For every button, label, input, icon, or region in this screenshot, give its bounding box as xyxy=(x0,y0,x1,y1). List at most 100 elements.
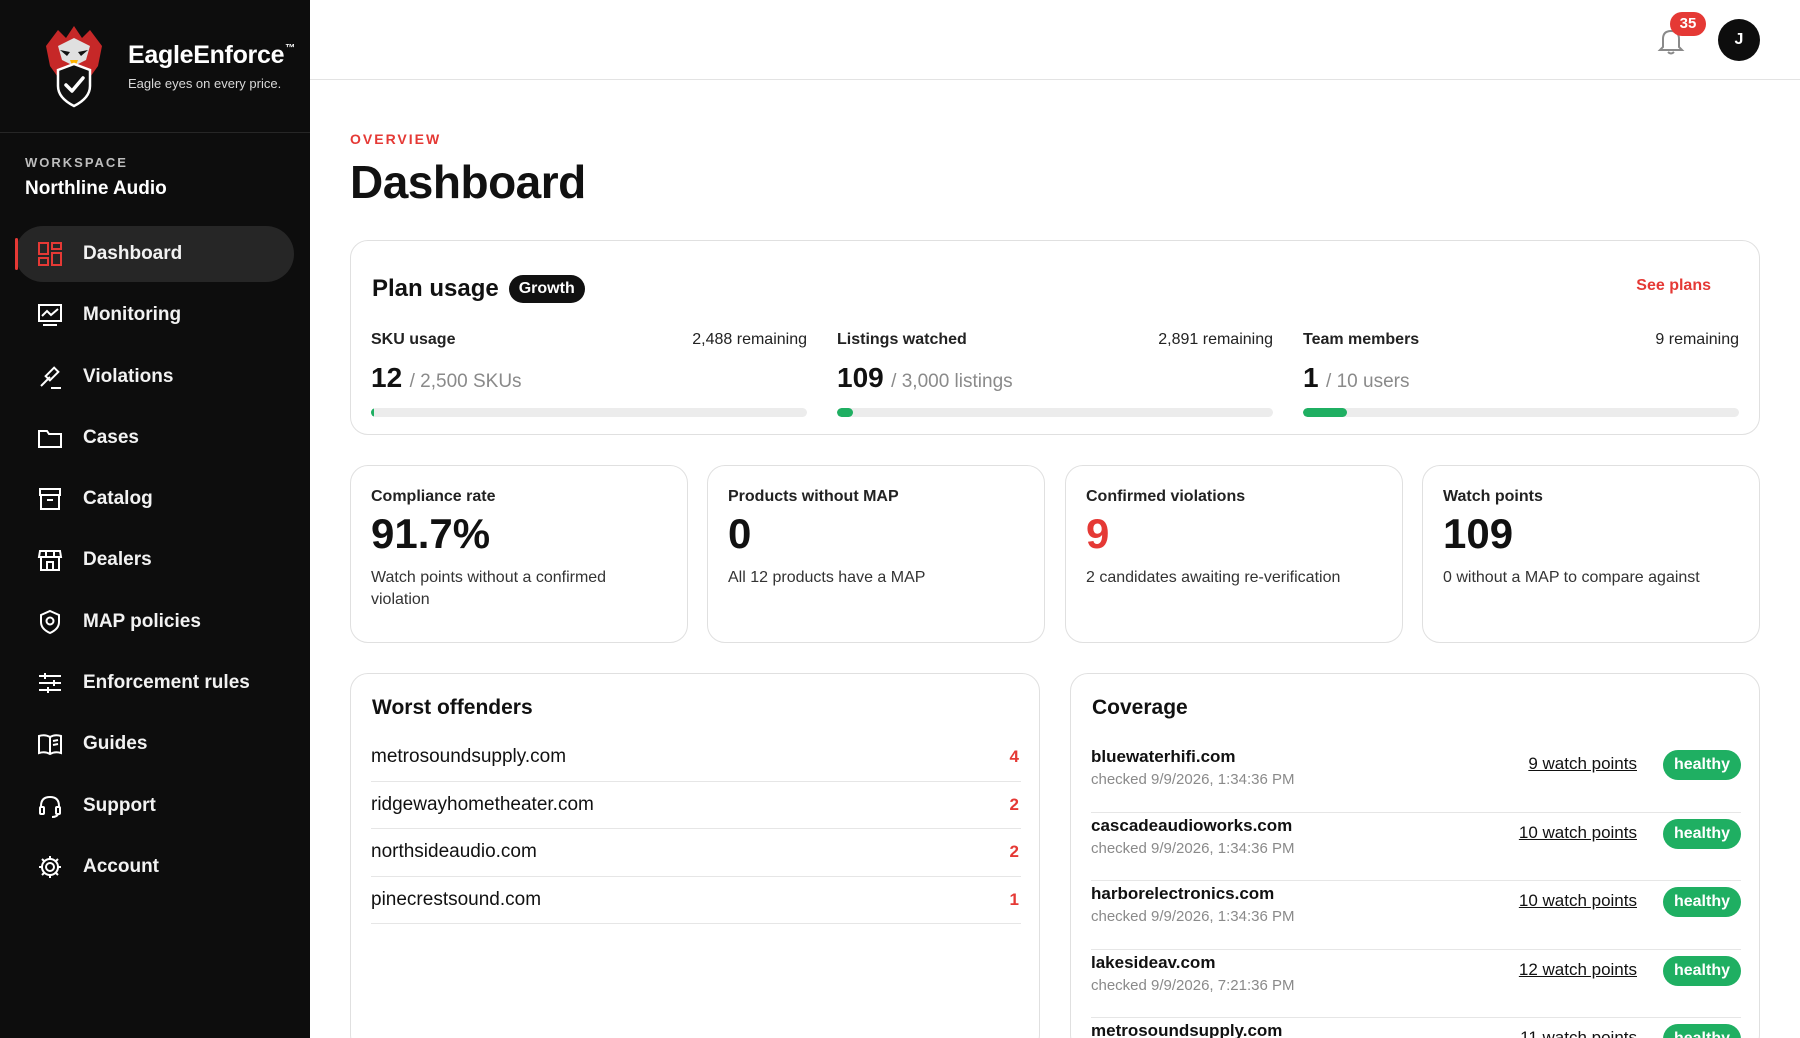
sidebar-item-label: Monitoring xyxy=(83,304,182,326)
coverage-list: bluewaterhifi.com checked 9/9/2026, 1:34… xyxy=(1091,744,1741,1038)
coverage-domain: bluewaterhifi.com xyxy=(1091,747,1236,766)
offender-count: 1 xyxy=(1009,889,1019,909)
headset-icon xyxy=(39,795,61,818)
page-title: Dashboard xyxy=(350,156,586,208)
status-badge: healthy xyxy=(1662,955,1741,986)
list-item: harborelectronics.com checked 9/9/2026, … xyxy=(1091,881,1741,950)
sidebar-item-label: Catalog xyxy=(83,488,153,510)
sidebar-item-violations[interactable]: Violations xyxy=(0,349,310,405)
sidebar-item-account[interactable]: Account xyxy=(0,839,310,895)
usage-remaining: 2,891 remaining xyxy=(1158,331,1273,348)
stat-label: Watch points xyxy=(1443,488,1543,505)
list-item[interactable]: ridgewayhometheater.com 2 xyxy=(371,782,1021,829)
see-plans-link[interactable]: See plans xyxy=(1636,277,1711,295)
list-item[interactable]: pinecrestsound.com 1 xyxy=(371,877,1021,924)
usage-label: Listings watched xyxy=(837,331,967,348)
stat-description: Watch points without a confirmed violati… xyxy=(371,569,607,608)
watch-points-link[interactable]: 12 watch points xyxy=(1519,960,1637,980)
sidebar-item-guides[interactable]: Guides xyxy=(0,716,310,772)
usage-label: SKU usage xyxy=(371,331,456,348)
sidebar-item-monitoring[interactable]: Monitoring xyxy=(0,287,310,343)
usage-sku: SKU usage 2,488 remaining 12 / 2,500 SKU… xyxy=(371,331,807,417)
sidebar-item-map-policies[interactable]: MAP policies xyxy=(0,594,310,650)
usage-max: / 10 users xyxy=(1326,371,1410,392)
coverage-domain: lakesideav.com xyxy=(1091,952,1216,972)
usage-listings: Listings watched 2,891 remaining 109 / 3… xyxy=(837,331,1273,417)
list-item[interactable]: northsideaudio.com 2 xyxy=(371,829,1021,877)
sidebar-nav: Dashboard Monitoring Violations Cases Ca… xyxy=(0,226,310,900)
usage-progress-fill xyxy=(837,408,853,417)
sidebar-item-label: MAP policies xyxy=(83,610,201,632)
watch-points-link[interactable]: 10 watch points xyxy=(1519,823,1637,843)
watch-points-link[interactable]: 11 watch points xyxy=(1520,1028,1637,1038)
gavel-icon xyxy=(40,365,61,389)
offender-count: 4 xyxy=(1009,747,1019,767)
worst-offenders-list: metrosoundsupply.com 4 ridgewayhometheat… xyxy=(371,734,1021,924)
brand-text: EagleEnforce™ Eagle eyes on every price. xyxy=(128,41,295,91)
sidebar-item-cases[interactable]: Cases xyxy=(0,410,310,466)
usage-value: 12 xyxy=(371,362,403,393)
brand[interactable]: EagleEnforce™ Eagle eyes on every price. xyxy=(0,0,310,133)
worst-offenders-card: Worst offenders metrosoundsupply.com 4 r… xyxy=(350,673,1040,1038)
coverage-checked-time: checked 9/9/2026, 1:34:36 PM xyxy=(1091,771,1295,788)
usage-label: Team members xyxy=(1303,331,1420,348)
page-overline: OVERVIEW xyxy=(350,131,442,147)
list-item[interactable]: metrosoundsupply.com 4 xyxy=(371,734,1021,782)
sidebar-item-label: Account xyxy=(83,855,159,877)
coverage-checked-time: checked 9/9/2026, 1:34:36 PM xyxy=(1091,908,1295,925)
usage-team: Team members 9 remaining 1 / 10 users xyxy=(1303,331,1739,417)
workspace-switcher[interactable]: WORKSPACE Northline Audio xyxy=(0,133,310,230)
usage-remaining: 2,488 remaining xyxy=(692,331,807,348)
coverage-checked-time: checked 9/9/2026, 7:21:36 PM xyxy=(1091,976,1295,994)
coverage-domain: cascadeaudioworks.com xyxy=(1091,815,1293,835)
watch-points-link[interactable]: 10 watch points xyxy=(1519,891,1637,911)
plan-usage-card: Plan usage Growth See plans SKU usage 2,… xyxy=(350,240,1760,435)
sidebar-item-label: Guides xyxy=(83,733,148,755)
gear-icon xyxy=(39,855,61,878)
avatar[interactable]: J xyxy=(1718,19,1760,61)
main-content: OVERVIEW Dashboard Plan usage Growth See… xyxy=(310,80,1800,1038)
plan-usage-heading: Plan usage xyxy=(372,275,499,302)
stat-value: 91.7% xyxy=(371,510,491,557)
notification-count-badge: 35 xyxy=(1670,12,1706,36)
eagle-logo-icon xyxy=(46,26,102,108)
usage-max: / 2,500 SKUs xyxy=(409,371,522,392)
sidebar-item-label: Violations xyxy=(83,365,174,387)
shield-icon xyxy=(40,609,60,634)
status-badge: healthy xyxy=(1662,1024,1741,1038)
sidebar-item-label: Dealers xyxy=(83,549,152,571)
stat-value: 109 xyxy=(1443,510,1514,557)
trademark: ™ xyxy=(285,43,295,54)
coverage-domain: harborelectronics.com xyxy=(1091,884,1275,903)
brand-tagline: Eagle eyes on every price. xyxy=(128,76,282,91)
list-item: cascadeaudioworks.com checked 9/9/2026, … xyxy=(1091,813,1741,881)
topbar: 35 J xyxy=(310,0,1800,80)
coverage-domain: metrosoundsupply.com xyxy=(1091,1021,1283,1038)
sidebar-item-dashboard[interactable]: Dashboard xyxy=(15,226,294,282)
folder-icon xyxy=(38,429,62,448)
usage-value: 1 xyxy=(1303,362,1319,393)
sliders-icon xyxy=(39,673,61,694)
usage-max: / 3,000 listings xyxy=(891,371,1013,392)
sidebar-item-enforcement-rules[interactable]: Enforcement rules xyxy=(0,655,310,711)
offender-count: 2 xyxy=(1009,842,1019,862)
archive-icon xyxy=(39,488,61,511)
sidebar-item-label: Cases xyxy=(83,426,139,448)
stat-label: Products without MAP xyxy=(728,488,899,505)
usage-progress-fill xyxy=(1303,408,1347,417)
usage-progress-bar xyxy=(837,408,1273,417)
status-badge: healthy xyxy=(1662,750,1741,780)
usage-progress-bar xyxy=(1303,408,1739,417)
monitoring-icon xyxy=(38,304,62,327)
sidebar-item-catalog[interactable]: Catalog xyxy=(0,471,310,527)
sidebar-item-dealers[interactable]: Dealers xyxy=(0,532,310,588)
status-badge: healthy xyxy=(1662,818,1741,849)
offender-count: 2 xyxy=(1009,794,1019,814)
plan-usage-title: Plan usage Growth xyxy=(372,275,585,303)
stat-card-confirmed-violations: Confirmed violations 9 2 candidates awai… xyxy=(1065,465,1403,643)
watch-points-link[interactable]: 9 watch points xyxy=(1528,754,1637,774)
sidebar-item-support[interactable]: Support xyxy=(0,778,310,834)
stat-description: All 12 products have a MAP xyxy=(728,569,926,586)
stat-label: Confirmed violations xyxy=(1086,488,1246,505)
coverage-checked-time: checked 9/9/2026, 1:34:36 PM xyxy=(1091,839,1295,857)
